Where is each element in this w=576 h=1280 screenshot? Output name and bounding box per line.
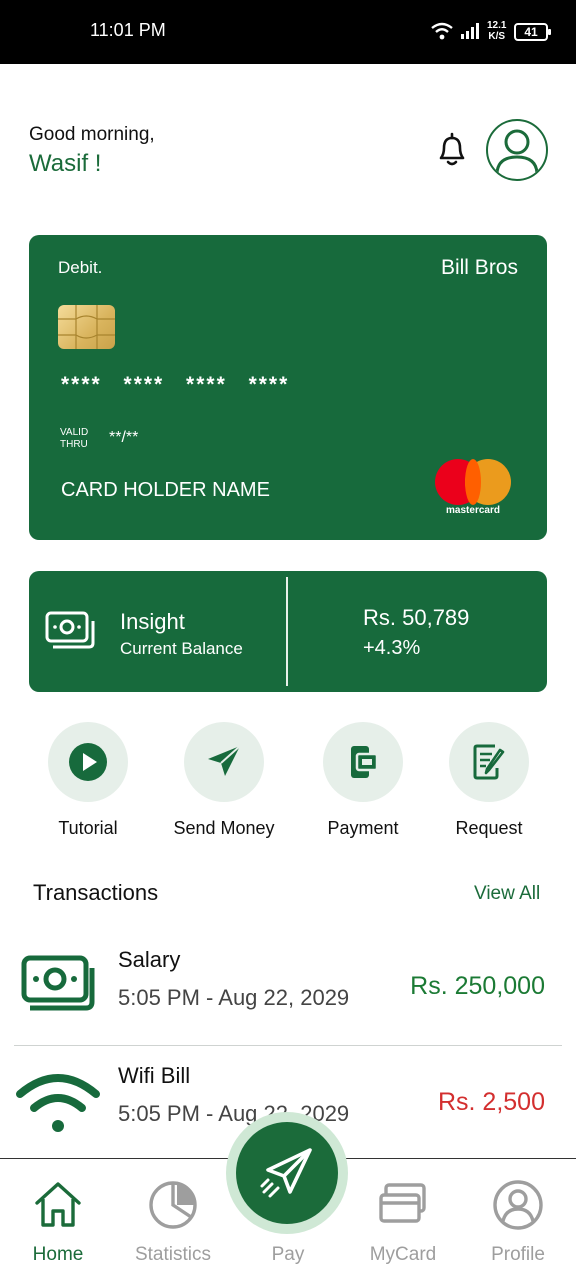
wifi-status-icon bbox=[430, 22, 454, 45]
card-chip-icon bbox=[58, 305, 115, 349]
nav-pay-label: Pay bbox=[271, 1244, 305, 1265]
network-speed: 12.1 K/S bbox=[487, 20, 506, 42]
insight-subtitle: Current Balance bbox=[120, 639, 243, 658]
insight-balance-card[interactable]: Insight Current Balance Rs. 50,789 +4.3% bbox=[29, 571, 547, 692]
request-label: Request bbox=[455, 818, 523, 838]
card-icon bbox=[379, 1183, 426, 1223]
insight-divider bbox=[286, 577, 288, 686]
send-icon bbox=[260, 1148, 312, 1198]
mastercard-text: mastercard bbox=[446, 505, 500, 516]
transaction-date: 5:05 PM - Aug 22, 2029 bbox=[118, 985, 350, 1010]
nav-profile[interactable]: Profile bbox=[468, 1179, 568, 1266]
view-all-link[interactable]: View All bbox=[474, 883, 540, 905]
nav-statistics[interactable]: Statistics bbox=[123, 1179, 223, 1266]
payment-button[interactable]: Payment bbox=[303, 722, 423, 839]
avatar[interactable] bbox=[486, 119, 548, 181]
send-icon bbox=[184, 722, 264, 802]
pie-chart-icon bbox=[149, 1181, 197, 1229]
tutorial-button[interactable]: Tutorial bbox=[28, 722, 148, 839]
send-money-button[interactable]: Send Money bbox=[164, 722, 284, 839]
balance-change: +4.3% bbox=[363, 637, 421, 659]
notification-bell-icon[interactable] bbox=[432, 130, 472, 170]
cash-icon bbox=[16, 954, 96, 1021]
wifi-icon bbox=[16, 1070, 100, 1141]
valid-label-line2: THRU bbox=[60, 439, 88, 450]
nav-home[interactable]: Home bbox=[8, 1179, 108, 1266]
play-icon bbox=[48, 722, 128, 802]
valid-label-line1: VALID bbox=[60, 427, 89, 438]
transaction-amount: Rs. 2,500 bbox=[437, 1088, 545, 1116]
home-icon bbox=[35, 1182, 81, 1227]
card-bank-name: Bill Bros bbox=[440, 256, 518, 279]
card-expiry: **/** bbox=[109, 429, 139, 446]
pay-button[interactable] bbox=[236, 1122, 338, 1224]
username: Wasif ! bbox=[29, 150, 102, 177]
transactions-title: Transactions bbox=[33, 880, 159, 905]
cash-icon bbox=[45, 611, 95, 658]
speed-value: 12.1 bbox=[487, 20, 507, 31]
send-money-label: Send Money bbox=[173, 818, 275, 838]
valid-thru-label: VALID THRU bbox=[60, 427, 88, 451]
transaction-name: Salary bbox=[118, 947, 181, 972]
transaction-amount: Rs. 250,000 bbox=[410, 972, 545, 1000]
mastercard-logo-icon: mastercard bbox=[433, 457, 513, 517]
user-icon bbox=[495, 129, 539, 174]
greeting-text: Good morning, bbox=[29, 124, 155, 145]
payment-label: Payment bbox=[327, 818, 399, 838]
balance-amount: Rs. 50,789 bbox=[363, 605, 470, 630]
status-bar: 11:01 PM 12.1 K/S 41 bbox=[0, 0, 576, 64]
nav-mycard-label: MyCard bbox=[369, 1244, 437, 1265]
wallet-icon bbox=[323, 722, 403, 802]
nav-statistics-label: Statistics bbox=[134, 1244, 212, 1265]
profile-icon bbox=[493, 1180, 543, 1230]
status-time: 11:01 PM bbox=[90, 20, 166, 40]
debit-card[interactable]: Debit. Bill Bros **** **** **** **** VAL… bbox=[29, 235, 547, 540]
request-button[interactable]: Request bbox=[429, 722, 549, 839]
battery-icon: 41 bbox=[514, 23, 551, 41]
card-holder-name: CARD HOLDER NAME bbox=[61, 479, 270, 501]
transaction-name: Wifi Bill bbox=[118, 1063, 191, 1088]
card-number: **** **** **** **** bbox=[61, 373, 290, 396]
nav-profile-label: Profile bbox=[491, 1244, 545, 1265]
transaction-row[interactable]: Salary 5:05 PM - Aug 22, 2029 Rs. 250,00… bbox=[14, 930, 562, 1046]
signal-icon bbox=[460, 22, 482, 45]
insight-title: Insight bbox=[120, 609, 185, 634]
card-type: Debit. bbox=[58, 258, 103, 277]
document-edit-icon bbox=[449, 722, 529, 802]
nav-mycard[interactable]: MyCard bbox=[353, 1179, 453, 1266]
speed-unit: K/S bbox=[488, 31, 506, 42]
tutorial-label: Tutorial bbox=[58, 818, 118, 838]
nav-home-label: Home bbox=[32, 1244, 84, 1265]
